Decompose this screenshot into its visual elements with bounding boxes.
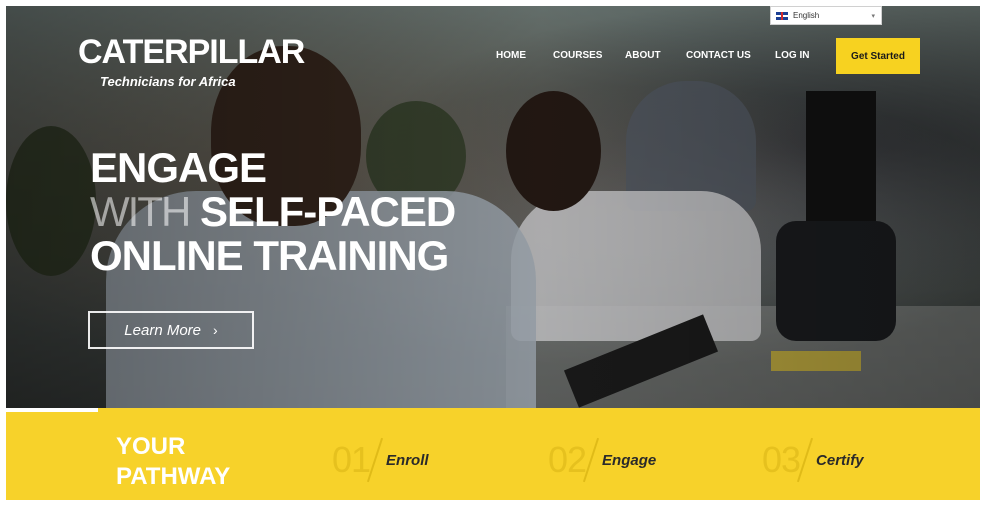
- step-label: Engage: [602, 451, 657, 469]
- logo[interactable]: CATERPILLAR Technicians for Africa: [78, 33, 305, 89]
- pathway-step-certify[interactable]: 03 Certify: [762, 437, 864, 483]
- nav-contact[interactable]: CONTACT US: [686, 50, 751, 61]
- headline-line-1: ENGAGE: [90, 144, 267, 191]
- language-label: English: [793, 11, 820, 20]
- step-label: Enroll: [386, 451, 429, 469]
- pathway-step-enroll[interactable]: 01 Enroll: [332, 437, 429, 483]
- step-label: Certify: [816, 451, 864, 469]
- brand-logo: CATERPILLAR: [78, 33, 305, 71]
- uk-flag-icon: [776, 11, 788, 20]
- brand-tagline: Technicians for Africa: [100, 74, 236, 89]
- divider: [6, 408, 98, 412]
- page-frame: CATERPILLAR Technicians for Africa Engli…: [6, 6, 980, 500]
- headline-bold-word: SELF-PACED: [199, 188, 456, 235]
- headline-line-3: ONLINE TRAINING: [90, 232, 449, 279]
- pathway-step-engage[interactable]: 02 Engage: [548, 437, 657, 483]
- language-selector[interactable]: English ▾: [770, 6, 882, 25]
- pathway-title-line-2: PATHWAY: [116, 463, 231, 490]
- nav-courses[interactable]: COURSES: [553, 50, 602, 61]
- nav-home[interactable]: HOME: [496, 50, 526, 61]
- pathway-title: YOUR PATHWAY: [116, 432, 230, 492]
- step-number: 03: [762, 439, 801, 480]
- learn-more-label: Learn More: [124, 321, 202, 339]
- hero-headline: ENGAGE WITH SELF-PACED ONLINE TRAINING: [90, 144, 456, 279]
- get-started-button[interactable]: Get Started: [836, 38, 920, 74]
- nav-about[interactable]: ABOUT: [625, 50, 661, 61]
- headline-thin-word: WITH: [90, 188, 191, 235]
- hero-banner: CATERPILLAR Technicians for Africa Engli…: [6, 6, 980, 408]
- step-number: 02: [548, 439, 587, 480]
- learn-more-button[interactable]: Learn More ›: [88, 311, 254, 349]
- chevron-down-icon: ▾: [871, 12, 875, 20]
- nav-login[interactable]: LOG IN: [775, 50, 809, 61]
- pathway-bar: YOUR PATHWAY 01 Enroll 02 Engage 03 Cert…: [6, 408, 980, 500]
- chevron-right-icon: ›: [213, 322, 218, 338]
- step-number: 01: [332, 439, 371, 480]
- pathway-title-line-1: YOUR: [116, 433, 186, 460]
- headline-line-2: WITH SELF-PACED: [90, 188, 456, 235]
